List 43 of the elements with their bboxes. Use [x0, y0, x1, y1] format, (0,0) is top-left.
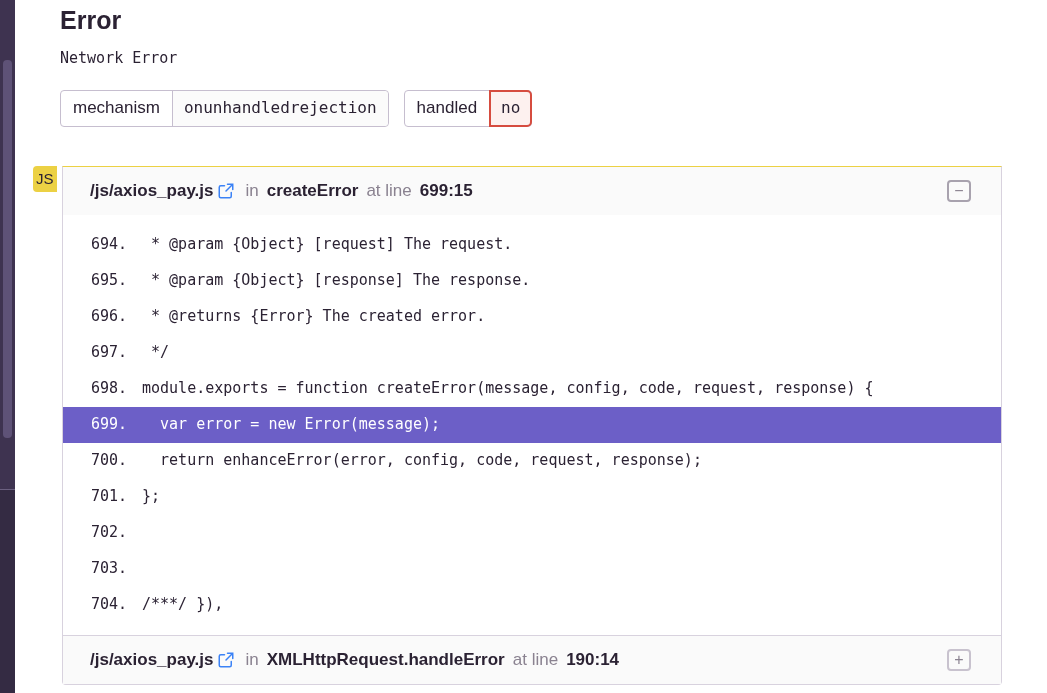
in-label: in: [245, 179, 259, 202]
code-line-number: 701.: [91, 486, 129, 508]
platform-badge: JS: [33, 165, 57, 192]
code-line-number: 698.: [91, 378, 129, 400]
code-text: /***/ }),: [142, 594, 224, 616]
code-line-number: 704.: [91, 594, 129, 616]
code-text: * @param {Object} [request] The request.: [150, 234, 513, 256]
line-number: 190:14: [566, 648, 620, 671]
code-text: * @returns {Error} The created error.: [150, 306, 486, 328]
code-line-number: 694.: [91, 234, 129, 256]
frame-header[interactable]: /js/axios_pay.js in XMLHttpRequest.handleError at line 190:14 +: [63, 635, 1001, 684]
code-text: * @param {Object} [response] The response.: [150, 270, 531, 292]
code-line-number: 697.: [91, 342, 129, 364]
line-number: 699:15: [419, 179, 473, 202]
code-line-number: 696.: [91, 306, 129, 328]
file-path: /js/axios_pay.js: [90, 179, 214, 202]
code-line-number: 702.: [91, 522, 129, 544]
tag-key: mechanism: [61, 90, 173, 126]
error-title: Error: [60, 5, 123, 35]
toggle-button[interactable]: −: [947, 179, 971, 202]
function-name: XMLHttpRequest.handleError: [266, 648, 505, 671]
code-text: */: [150, 342, 170, 364]
function-name: createError: [266, 179, 359, 202]
error-message: Network Error: [60, 48, 179, 69]
code-line-number: 699.: [91, 414, 129, 436]
in-label: in: [245, 648, 259, 671]
code-text: return enhanceError(error, config, code, request, response);: [159, 450, 702, 472]
file-path: /js/axios_pay.js: [90, 648, 214, 671]
tag-value: onunhandledrejection: [172, 90, 388, 126]
code-line-number: 703.: [91, 558, 129, 580]
code-text: module.exports = function createError(message, config, code, request, response) {: [142, 378, 874, 400]
at-line-label: at line: [512, 648, 559, 671]
frame-header[interactable]: /js/axios_pay.js in createError at line 699:15 −: [63, 166, 1001, 215]
code-line-number: 700.: [91, 450, 129, 472]
tag-value: no: [490, 90, 532, 126]
code-text: };: [142, 486, 161, 508]
code-line-number: 695.: [91, 270, 129, 292]
external-link-icon[interactable]: [217, 650, 236, 669]
code-text: var error = new Error(message);: [159, 414, 440, 436]
at-line-label: at line: [366, 179, 412, 202]
external-link-icon[interactable]: [217, 181, 236, 200]
toggle-button[interactable]: +: [947, 648, 971, 671]
scrollbar-thumb[interactable]: [3, 60, 12, 438]
